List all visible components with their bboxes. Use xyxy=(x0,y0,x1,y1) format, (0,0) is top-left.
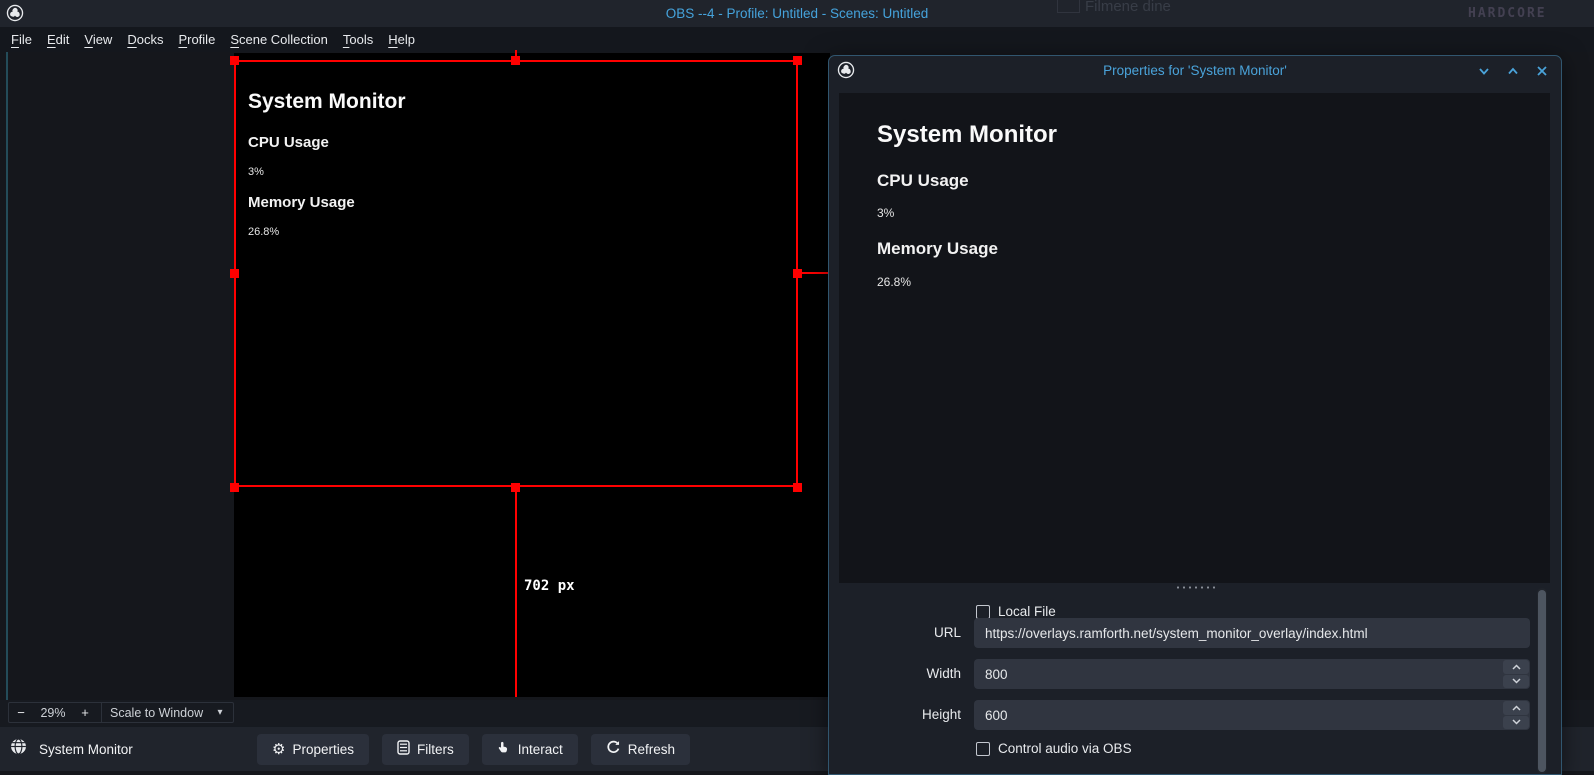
menu-scene-collection[interactable]: Scene Collection xyxy=(230,32,328,47)
menu-tools[interactable]: Tools xyxy=(343,32,373,47)
refresh-icon xyxy=(606,740,621,758)
dialog-scrollbar-thumb[interactable] xyxy=(1538,590,1546,772)
ghost-window-artifact xyxy=(1057,0,1080,13)
snap-helper-right xyxy=(798,272,830,274)
window-titlebar: OBS --4 - Profile: Untitled - Scenes: Un… xyxy=(0,0,1594,27)
filters-icon xyxy=(397,740,410,758)
filters-button[interactable]: Filters xyxy=(382,734,469,765)
refresh-button[interactable]: Refresh xyxy=(591,734,690,765)
zoom-level: 29% xyxy=(33,706,73,720)
ghost-text-filmene: Filmene dine xyxy=(1085,0,1171,15)
control-audio-checkbox[interactable] xyxy=(976,742,990,756)
selection-handle-n[interactable] xyxy=(511,56,520,65)
interact-button[interactable]: Interact xyxy=(482,734,578,765)
zoom-in-button[interactable]: + xyxy=(73,705,97,720)
selection-handle-w[interactable] xyxy=(230,269,239,278)
preview-overlay-title: System Monitor xyxy=(877,121,1057,149)
preview-memory-label: Memory Usage xyxy=(877,239,998,259)
properties-dialog: Properties for 'System Monitor' System M… xyxy=(828,55,1562,775)
preview-cpu-value: 3% xyxy=(877,206,894,220)
selection-handle-e[interactable] xyxy=(793,269,802,278)
local-file-label: Local File xyxy=(998,604,1056,619)
height-spin-up-icon[interactable] xyxy=(1503,701,1529,715)
zoom-separator xyxy=(101,702,102,723)
browser-source-icon xyxy=(10,738,27,760)
dialog-title: Properties for 'System Monitor' xyxy=(829,63,1561,78)
zoom-controls: − 29% + Scale to Window ▾ xyxy=(8,702,234,723)
menu-file[interactable]: File xyxy=(11,32,32,47)
selected-source-name: System Monitor xyxy=(39,742,187,757)
hand-pointer-icon xyxy=(497,740,511,758)
height-spin-down-icon[interactable] xyxy=(1503,716,1529,730)
dock-up-icon[interactable] xyxy=(1506,64,1520,78)
distance-helper-line xyxy=(515,487,517,697)
height-spinner xyxy=(1503,701,1529,729)
dialog-source-preview: System Monitor CPU Usage 3% Memory Usage… xyxy=(839,93,1550,583)
menu-profile[interactable]: Profile xyxy=(178,32,215,47)
menubar: File Edit View Docks Profile Scene Colle… xyxy=(0,27,1594,52)
refresh-button-label: Refresh xyxy=(628,742,675,757)
preview-form-splitter-handle[interactable] xyxy=(1176,584,1216,590)
url-label: URL xyxy=(871,625,961,640)
menu-help[interactable]: Help xyxy=(388,32,415,47)
height-label: Height xyxy=(871,707,961,722)
distance-label: 702 px xyxy=(524,578,575,594)
selection-handle-se[interactable] xyxy=(793,483,802,492)
selection-handle-s[interactable] xyxy=(511,483,520,492)
menu-docks[interactable]: Docks xyxy=(127,32,163,47)
selection-handle-sw[interactable] xyxy=(230,483,239,492)
scale-mode-caret-icon[interactable]: ▾ xyxy=(207,707,233,718)
width-spin-up-icon[interactable] xyxy=(1503,660,1529,674)
control-audio-label: Control audio via OBS xyxy=(998,741,1132,756)
close-icon[interactable] xyxy=(1535,64,1549,78)
height-input[interactable] xyxy=(974,700,1530,730)
dialog-header[interactable]: Properties for 'System Monitor' xyxy=(829,56,1561,86)
url-input[interactable] xyxy=(974,618,1530,648)
interact-button-label: Interact xyxy=(518,742,563,757)
zoom-out-button[interactable]: − xyxy=(9,705,33,720)
dock-down-icon[interactable] xyxy=(1477,64,1491,78)
dialog-scrollbar xyxy=(1537,588,1547,774)
scale-mode-select[interactable]: Scale to Window xyxy=(106,706,207,720)
local-file-checkbox[interactable] xyxy=(976,605,990,619)
filters-button-label: Filters xyxy=(417,742,454,757)
gear-icon: ⚙ xyxy=(272,742,285,757)
dock-edge-accent xyxy=(6,52,8,700)
width-input[interactable] xyxy=(974,659,1530,689)
menu-edit[interactable]: Edit xyxy=(47,32,69,47)
width-label: Width xyxy=(871,666,961,681)
ghost-text-hardcore: HARDCORE xyxy=(1468,6,1547,21)
properties-button-label: Properties xyxy=(292,742,354,757)
menu-view[interactable]: View xyxy=(84,32,112,47)
width-spin-down-icon[interactable] xyxy=(1503,675,1529,689)
width-spinner xyxy=(1503,660,1529,688)
preview-memory-value: 26.8% xyxy=(877,275,911,289)
window-title: OBS --4 - Profile: Untitled - Scenes: Un… xyxy=(0,6,1594,21)
preview-cpu-label: CPU Usage xyxy=(877,171,969,191)
source-selection-rect[interactable] xyxy=(234,60,798,487)
properties-button[interactable]: ⚙ Properties xyxy=(257,734,369,765)
selection-handle-ne[interactable] xyxy=(793,56,802,65)
selection-handle-nw[interactable] xyxy=(230,56,239,65)
